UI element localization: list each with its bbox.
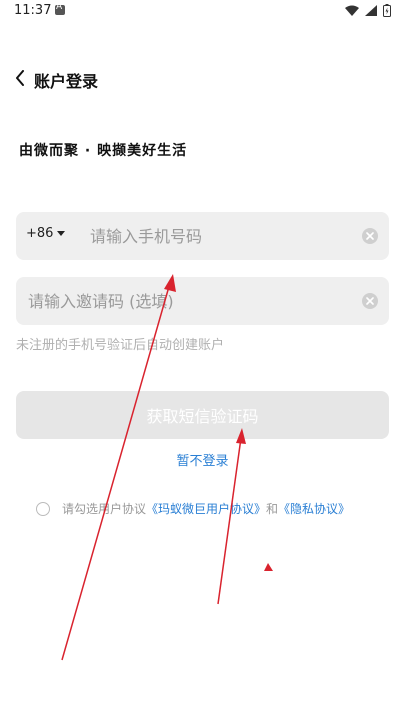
agreement-prefix: 请勾选用户协议 — [62, 502, 147, 516]
user-agreement-link[interactable]: 《玛蚁微巨用户协议》 — [146, 500, 266, 517]
wifi-icon — [345, 5, 359, 16]
invite-code-input[interactable] — [28, 277, 348, 325]
phone-input[interactable] — [90, 212, 350, 260]
clear-invite-icon[interactable] — [362, 293, 378, 309]
invite-code-field — [16, 277, 389, 325]
country-code-selector[interactable]: +86 — [26, 226, 66, 241]
agree-checkbox[interactable] — [36, 502, 50, 516]
agreement-row: 请勾选用户协议 《玛蚁微巨用户协议》 和 《隐私协议》 — [36, 500, 350, 517]
annotation-overlay — [61, 274, 273, 661]
country-code-label: +86 — [26, 226, 54, 241]
clear-phone-icon[interactable] — [362, 228, 378, 244]
header: 账户登录 — [0, 60, 405, 96]
app-notification-icon — [55, 2, 65, 15]
back-button[interactable] — [10, 67, 30, 89]
privacy-agreement-link[interactable]: 《隐私协议》 — [278, 500, 350, 517]
page-title: 账户登录 — [34, 72, 99, 91]
skip-login-link[interactable]: 暂不登录 — [0, 450, 405, 469]
status-icons — [345, 4, 391, 17]
slogan: 由微而聚 · 映撷美好生活 — [19, 143, 188, 159]
battery-icon — [383, 4, 391, 17]
caret-down-icon — [57, 231, 66, 236]
phone-field: +86 — [16, 212, 389, 260]
annotation-marker — [264, 563, 273, 571]
register-hint: 未注册的手机号验证后自动创建账户 — [16, 338, 225, 353]
chevron-left-icon — [16, 70, 24, 86]
get-code-button[interactable]: 获取短信验证码 — [16, 391, 389, 439]
status-time: 11:37 — [14, 3, 52, 18]
signal-icon — [365, 5, 377, 16]
status-bar: 11:37 — [0, 0, 405, 24]
agreement-and: 和 — [266, 502, 279, 516]
